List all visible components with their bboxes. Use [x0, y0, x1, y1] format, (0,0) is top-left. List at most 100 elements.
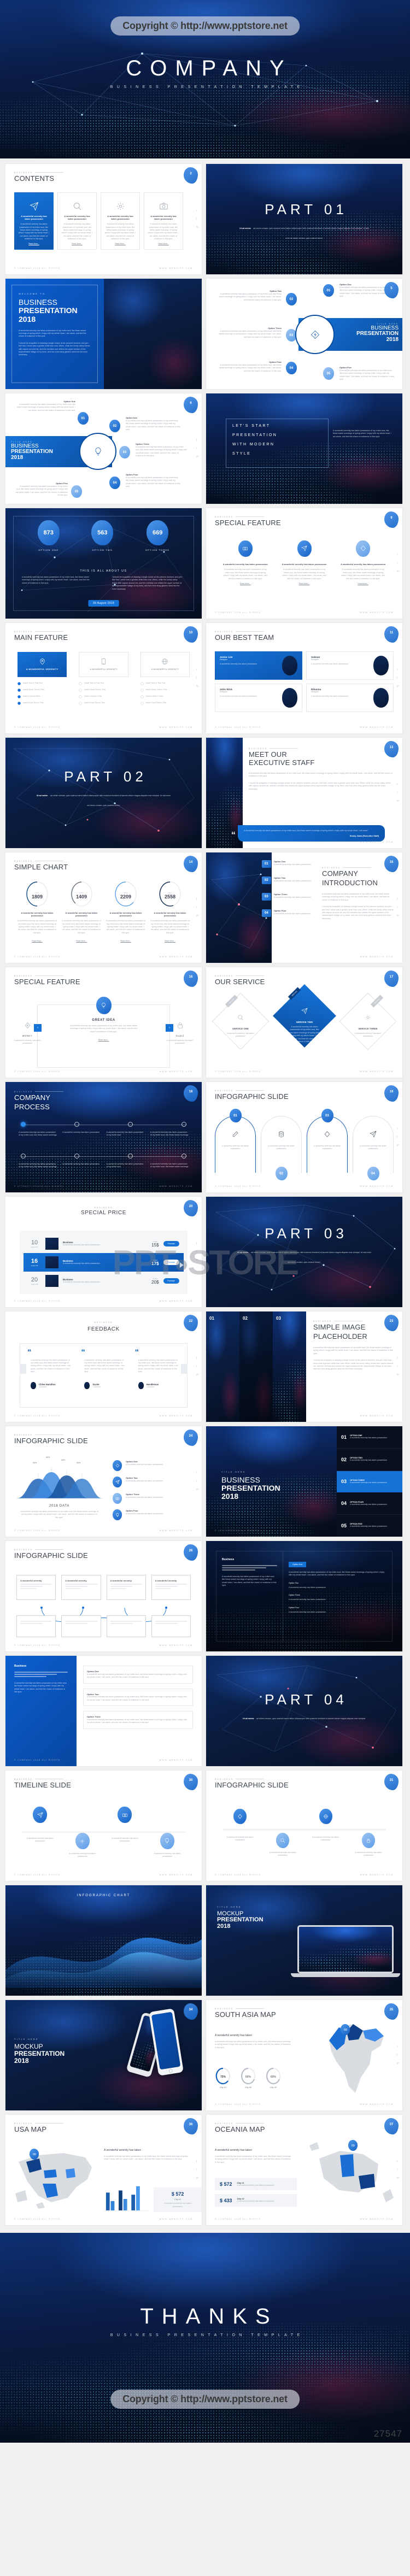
slide-special-feature-1[interactable]: 9 BUSINESS SPECIAL FEATURE A wonderful s… — [206, 508, 402, 619]
contents-card-1[interactable]: A wonderful serenity has taken possessio… — [14, 192, 54, 250]
facebook-icon[interactable]: f — [397, 898, 399, 901]
twitter-icon[interactable]: t — [196, 1365, 198, 1368]
linkedin-icon[interactable]: in — [196, 1258, 198, 1262]
slide-part-01[interactable]: PART 01 Ut ad minim ad minim veniam, qui… — [206, 164, 402, 274]
team-member-3[interactable]: John Wick Designer A wonderful serenity … — [215, 683, 302, 712]
read-more-link[interactable]: Read More... — [18, 243, 50, 245]
social-icons[interactable]: f t in — [196, 209, 198, 229]
social-icons[interactable]: f t in — [196, 1357, 198, 1377]
slide-special-price[interactable]: 20 BUSINESS SPECIAL PRICE 10 August 08 Bu… — [5, 1197, 202, 1307]
slide-infographic-boxes[interactable]: 26 BUSINESS INFOGRAPHIC SLIDE A wonderfu… — [5, 1541, 202, 1651]
slide-oceania-map[interactable]: 37 BUSINESS OCEANIA MAP A wonderful sere… — [206, 2115, 402, 2225]
panel-item-4[interactable]: Option Four — [289, 1607, 386, 1609]
slide-dark-panel[interactable]: Business A wonderful serenity has taken … — [206, 1541, 402, 1651]
facebook-icon[interactable]: f — [397, 554, 399, 557]
slide-mockup-phone[interactable]: 34 TITLE HERE MOCKUP PRESENTATION 2018 — [5, 2000, 202, 2110]
price-row-3[interactable]: 20 August 08 Business A wonderful serenity… — [24, 1272, 184, 1290]
slide-our-service[interactable]: 17 BUSINESS OUR SERVICE SERVICE ONE A wo… — [206, 967, 402, 1078]
facebook-icon[interactable]: f — [397, 783, 399, 786]
linkedin-icon[interactable]: in — [397, 914, 399, 918]
twitter-icon[interactable]: t — [196, 677, 198, 680]
facebook-icon[interactable]: f — [196, 898, 198, 901]
slide-lets-start[interactable]: LET'S START PRESENTATION WITH MODERN STY… — [206, 393, 402, 504]
slide-simple-chart[interactable]: 14 BUSINESS SIMPLE CHART 2014 1809 A won… — [5, 852, 202, 963]
read-more-link[interactable]: Read More... — [340, 583, 386, 585]
linkedin-icon[interactable]: in — [397, 570, 399, 573]
twitter-icon[interactable]: t — [397, 791, 399, 795]
slide-stats[interactable]: 873 OPTION ONE 563 OPTION TWO 669 OPTION… — [5, 508, 202, 619]
social-icons[interactable]: f t in — [196, 1242, 198, 1262]
contents-card-3[interactable]: A wonderful serenity has taken possessio… — [101, 192, 140, 250]
placeholder-tab-02[interactable]: 02 — [239, 1311, 273, 1422]
contents-card-2[interactable]: A wonderful serenity has taken possessio… — [57, 192, 97, 250]
option-row-05[interactable]: 05 OPTION FIVE A wonderful serenity has t… — [337, 1515, 402, 1537]
option-row-01[interactable]: 01 OPTION ONE A wonderful serenity has ta… — [337, 1426, 402, 1449]
option-row-02[interactable]: 02 OPTION TWO A wonderful serenity has ta… — [337, 1449, 402, 1471]
facebook-icon[interactable]: f — [397, 1127, 399, 1131]
linkedin-icon[interactable]: in — [196, 685, 198, 688]
twitter-icon[interactable]: t — [196, 906, 198, 909]
facebook-icon[interactable]: f — [397, 2160, 399, 2163]
main-feature-col-3[interactable]: A WONDERFUL SERENITY Insert Text In This… — [140, 651, 190, 705]
slide-part-02[interactable]: PART 02 Ut ad minim ad minim veniam, qui… — [5, 738, 202, 848]
facebook-icon[interactable]: f — [196, 668, 198, 672]
facebook-icon[interactable]: f — [397, 668, 399, 672]
linkedin-icon[interactable]: in — [196, 226, 198, 229]
social-icons[interactable]: f t in — [397, 554, 399, 573]
slide-timeline-2[interactable]: 31 BUSINESS INFOGRAPHIC SLIDE A wonderfu… — [206, 1771, 402, 1881]
twitter-icon[interactable]: t — [397, 562, 399, 565]
arc-card-4[interactable]: A wonderful serenity has taken possessio… — [353, 1116, 394, 1180]
slide-timeline[interactable]: 30 BUSINESS TIMELINE SLIDE A wonderful s… — [5, 1771, 202, 1881]
slide-our-best-team[interactable]: 11 BUSINESS OUR BEST TEAM Junior Lim Des… — [206, 623, 402, 733]
social-icons[interactable]: f t in — [397, 2160, 399, 2180]
slide-company-process[interactable]: 18 BUSINESS COMPANY PROCESS A wonderful … — [5, 1082, 202, 1192]
social-icons[interactable]: f t in — [397, 898, 399, 918]
social-icons[interactable]: f t in — [397, 2045, 399, 2065]
social-icons[interactable]: f t in — [196, 898, 198, 918]
slide-options-bulb[interactable]: 6 Option One A wonderful serenity has ta… — [5, 393, 202, 504]
contents-card-4[interactable]: A wonderful serenity has taken possessio… — [144, 192, 183, 250]
placeholder-tab-01[interactable]: 01 — [206, 1311, 239, 1422]
slide-mockup-laptop[interactable]: TITLE HERE MOCKUP PRESENTATION 2018 — [206, 1885, 402, 1996]
slide-executive-staff[interactable]: 13 BUSINESS MEET OUR EXECUTIVE STAFF A w… — [206, 738, 402, 848]
blue-panel-item-1[interactable]: Option One A wonderful serenity has taken… — [83, 1666, 193, 1684]
linkedin-icon[interactable]: in — [397, 1144, 399, 1147]
team-member-2[interactable]: Salman Designer A wonderful serenity has… — [306, 651, 394, 680]
blue-panel-item-2[interactable]: Option Two A wonderful serenity has taken… — [83, 1688, 193, 1707]
linkedin-icon[interactable]: in — [196, 2177, 198, 2180]
facebook-icon[interactable]: f — [196, 209, 198, 213]
read-more-link[interactable]: Read More... — [104, 243, 136, 245]
info-box-3[interactable]: A wonderful serenity — [106, 1575, 146, 1600]
social-icons[interactable]: f t in — [397, 668, 399, 688]
info-box-2[interactable]: A wonderful serenity — [61, 1575, 101, 1600]
slide-infographic-arcs[interactable]: 19 BUSINESS INFOGRAPHIC SLIDE A wonderfu… — [206, 1082, 402, 1192]
twitter-icon[interactable]: t — [196, 2168, 198, 2172]
twitter-icon[interactable]: t — [397, 2168, 399, 2172]
main-feature-col-1[interactable]: A WONDERFUL SERENITY Insert Text In This… — [17, 651, 67, 705]
read-more-link[interactable]: Read More... — [120, 940, 131, 942]
team-member-4[interactable]: Rihanna Designer A wonderful serenity ha… — [306, 683, 394, 712]
social-icons[interactable]: f t in — [397, 783, 399, 803]
price-row-2[interactable]: 16 August 08 Business A wonderful serenity… — [24, 1253, 184, 1272]
slide-contents[interactable]: 2 BUSINESS CONTENTS A wonderful serenity… — [5, 164, 202, 274]
panel-item-2[interactable]: Option Two — [289, 1582, 386, 1584]
read-more-link[interactable]: Read More... — [61, 243, 93, 245]
arc-card-3[interactable]: A wonderful serenity has taken possessio… — [307, 1109, 348, 1173]
twitter-icon[interactable]: t — [196, 447, 198, 450]
read-more-link[interactable]: Read More... — [165, 940, 175, 942]
team-member-1[interactable]: Junior Lim Designer A wonderful serenity… — [215, 651, 302, 680]
linkedin-icon[interactable]: in — [196, 914, 198, 918]
read-more-link[interactable]: Read More... — [222, 583, 268, 585]
linkedin-icon[interactable]: in — [397, 2177, 399, 2180]
option-row-03[interactable]: 03 OPTION THREE A wonderful serenity has … — [337, 1471, 402, 1493]
slide-company-introduction[interactable]: 15 01 Option One A wonderful serenity has… — [206, 852, 402, 963]
placeholder-tab-03[interactable]: 03 — [273, 1311, 306, 1422]
read-more-link[interactable]: Read More... — [76, 940, 87, 942]
slide-great-idea[interactable]: 16 BUSINESS SPECIAL FEATURE GREAT IDEA A… — [5, 967, 202, 1078]
social-icons[interactable]: f t in — [196, 668, 198, 688]
slide-south-asia-map[interactable]: 35 BUSINESS SOUTH ASIA MAP A wonderful s… — [206, 2000, 402, 2110]
twitter-icon[interactable]: t — [196, 1250, 198, 1254]
slide-blue-panel[interactable]: Business A wonderful serenity has taken … — [5, 1656, 202, 1766]
info-box-7[interactable] — [106, 1615, 146, 1637]
social-icons[interactable]: f t in — [397, 1357, 399, 1377]
